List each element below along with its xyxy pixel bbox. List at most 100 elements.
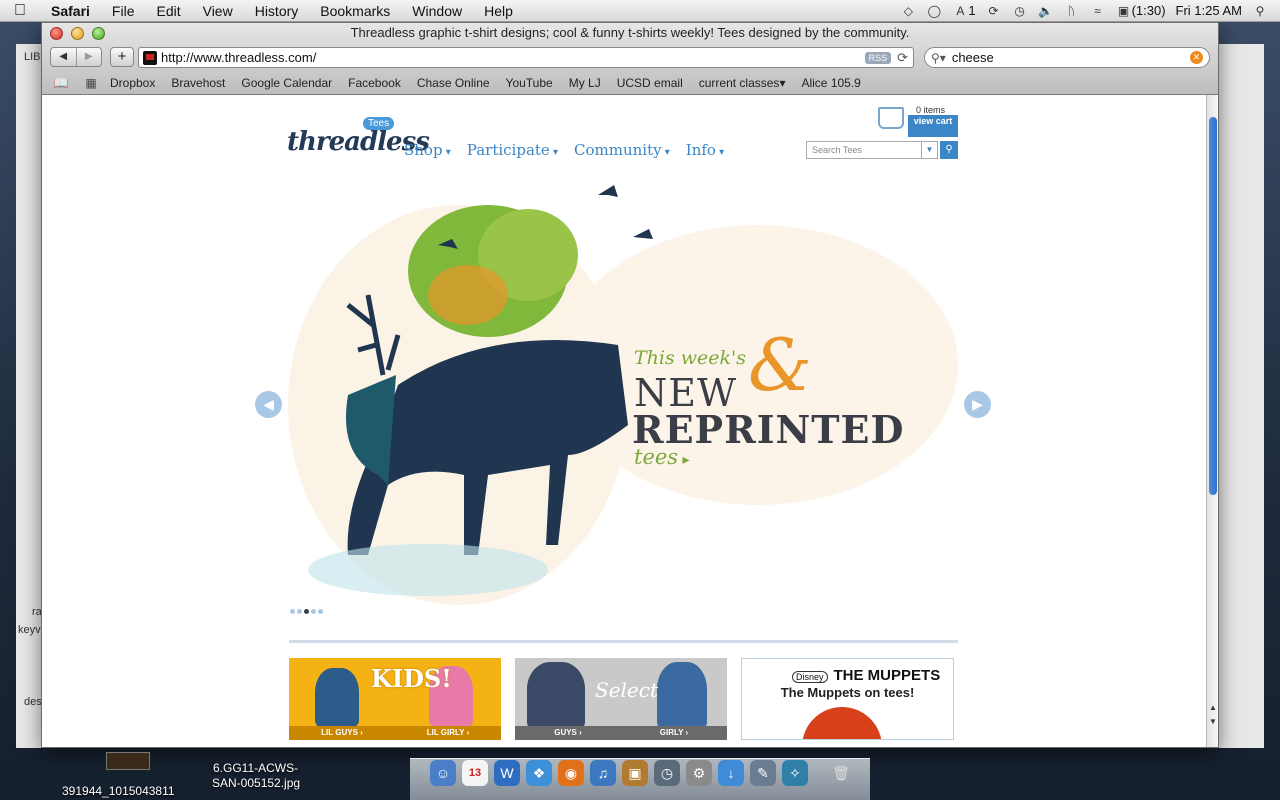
carousel-dot[interactable] <box>318 609 323 614</box>
ical-icon[interactable]: 13 <box>462 760 488 786</box>
search-icon[interactable]: ⚲▾ <box>931 51 946 65</box>
itunes-icon[interactable]: ♫ <box>590 760 616 786</box>
water-reflection <box>308 544 548 596</box>
bookmark-ucsd-email[interactable]: UCSD email <box>609 76 691 90</box>
scrollbar-thumb[interactable] <box>1209 117 1217 495</box>
nav-shop[interactable]: Shop <box>404 141 451 159</box>
add-bookmark-button[interactable]: + <box>110 47 134 67</box>
spotlight-icon[interactable]: ⚲ <box>1252 4 1268 18</box>
bookmark-youtube[interactable]: YouTube <box>498 76 561 90</box>
bluetooth-icon[interactable]: ᚢ <box>1064 4 1080 18</box>
address-bar[interactable]: http://www.threadless.com/ RSS ⟳ <box>138 47 914 68</box>
safari-icon[interactable]: ❖ <box>526 760 552 786</box>
forward-button[interactable]: ▶ <box>75 48 102 66</box>
lil-girly-link[interactable]: LIL GIRLY › <box>395 726 501 740</box>
carousel-next-button[interactable]: ▶ <box>964 391 991 418</box>
back-button[interactable]: ◀ <box>51 48 76 66</box>
vertical-scrollbar[interactable]: ▲ ▼ <box>1206 95 1218 747</box>
bookmarks-bar: 📖 ▦ Dropbox Bravehost Google Calendar Fa… <box>42 73 1218 93</box>
promo-select[interactable]: Select GUYS › GIRLY › <box>515 658 727 740</box>
iphoto-icon[interactable]: ▣ <box>622 760 648 786</box>
cart-item-count: 0 items <box>916 105 946 115</box>
bookmark-alice-105-9[interactable]: Alice 105.9 <box>793 76 868 90</box>
guys-link[interactable]: GUYS › <box>515 726 621 740</box>
desktop-file-2-line1[interactable]: 6.GG11-ACWS- <box>213 761 298 775</box>
threadless-logo[interactable]: threadless Tees <box>287 117 430 161</box>
bookmark-dropbox[interactable]: Dropbox <box>102 76 163 90</box>
menu-bookmarks[interactable]: Bookmarks <box>309 3 401 19</box>
dropbox-icon[interactable]: ◇ <box>900 4 916 18</box>
bookmark-chase-online[interactable]: Chase Online <box>409 76 498 90</box>
bookmark-google-calendar[interactable]: Google Calendar <box>233 76 340 90</box>
reload-icon[interactable]: ⟳ <box>897 50 908 66</box>
clear-search-icon[interactable]: ✕ <box>1190 51 1203 64</box>
girly-link[interactable]: GIRLY › <box>621 726 727 740</box>
window-toolbar: Threadless graphic t-shirt designs; cool… <box>42 23 1218 95</box>
scroll-up-arrow-icon[interactable]: ▲ <box>1207 701 1218 715</box>
apple-menu-icon[interactable]:  <box>0 2 40 20</box>
search-submit-icon[interactable]: ⚲ <box>940 141 958 159</box>
shopping-cart-icon[interactable] <box>878 107 904 129</box>
sync-icon[interactable]: ⟳ <box>986 4 1002 18</box>
trash-icon[interactable]: 🗑 <box>828 760 854 786</box>
carousel-dot[interactable] <box>297 609 302 614</box>
desktop-file-1[interactable]: 391944_1015043811 <box>62 784 175 798</box>
nav-participate[interactable]: Participate <box>467 141 558 159</box>
safari-window: Threadless graphic t-shirt designs; cool… <box>41 22 1219 748</box>
chevron-down-icon: ▾ <box>779 76 786 90</box>
lil-guys-link[interactable]: LIL GUYS › <box>289 726 395 740</box>
adobe-menu[interactable]: A1 <box>952 3 975 18</box>
background-window-right[interactable] <box>1218 44 1264 748</box>
autumn-leaves <box>428 265 508 325</box>
search-filter-dropdown-icon[interactable]: ▼ <box>922 141 938 159</box>
firefox-icon[interactable]: ◉ <box>558 760 584 786</box>
menu-file[interactable]: File <box>101 3 146 19</box>
bookmark-bravehost[interactable]: Bravehost <box>163 76 233 90</box>
menu-help[interactable]: Help <box>473 3 524 19</box>
wifi-icon[interactable]: ≈ <box>1090 4 1106 18</box>
menu-edit[interactable]: Edit <box>145 3 191 19</box>
search-value[interactable]: cheese <box>952 50 1190 65</box>
bookmark-my-lj[interactable]: My LJ <box>561 76 609 90</box>
hero-banner[interactable]: & This week's NEW REPRINTED tees <box>288 175 958 625</box>
time-machine-icon[interactable]: ◷ <box>1012 4 1028 18</box>
carousel-dot-active[interactable] <box>304 609 309 614</box>
nav-community[interactable]: Community <box>574 141 670 159</box>
menu-app-name[interactable]: Safari <box>40 3 101 19</box>
bookmark-folder-current-classes[interactable]: current classes▾ <box>691 76 794 90</box>
nav-info[interactable]: Info <box>686 141 724 159</box>
finder-icon[interactable]: ☺ <box>430 760 456 786</box>
search-tees-input[interactable]: Search Tees <box>806 141 922 159</box>
promo-muppets[interactable]: Disney THE MUPPETS The Muppets on tees! <box>741 658 954 740</box>
scroll-down-arrow-icon[interactable]: ▼ <box>1207 715 1218 729</box>
carousel-prev-button[interactable]: ◀ <box>255 391 282 418</box>
battery-status[interactable]: ▣ (1:30) <box>1116 3 1166 18</box>
search-field[interactable]: ⚲▾ cheese ✕ <box>924 47 1210 68</box>
time-machine-dock-icon[interactable]: ◷ <box>654 760 680 786</box>
volume-icon[interactable]: 🔈 <box>1038 4 1054 18</box>
hero-tees-link[interactable]: tees <box>634 445 690 469</box>
system-preferences-icon[interactable]: ⚙ <box>686 760 712 786</box>
url-text[interactable]: http://www.threadless.com/ <box>161 50 865 65</box>
top-sites-grid-icon[interactable]: ▦ <box>80 76 102 90</box>
menu-bar:  Safari File Edit View History Bookmark… <box>0 0 1280 22</box>
drive-icon[interactable]: ◯ <box>926 4 942 18</box>
bookmark-facebook[interactable]: Facebook <box>340 76 409 90</box>
clock[interactable]: Fri 1:25 AM <box>1176 3 1242 18</box>
menu-view[interactable]: View <box>192 3 244 19</box>
view-cart-button[interactable]: view cart <box>908 115 958 137</box>
promo-kids[interactable]: KIDS! LIL GUYS › LIL GIRLY › <box>289 658 501 740</box>
desktop-file-2-line2[interactable]: SAN-005152.jpg <box>212 776 300 790</box>
app-icon[interactable]: ✧ <box>782 760 808 786</box>
rss-button[interactable]: RSS <box>864 51 892 64</box>
downloads-icon[interactable]: ↓ <box>718 760 744 786</box>
word-icon[interactable]: W <box>494 760 520 786</box>
carousel-dot[interactable] <box>311 609 316 614</box>
preview-icon[interactable]: ✎ <box>750 760 776 786</box>
bookmarks-book-icon[interactable]: 📖 <box>50 76 72 90</box>
menu-window[interactable]: Window <box>401 3 473 19</box>
hero-ampersand: & <box>748 323 813 407</box>
carousel-dot[interactable] <box>290 609 295 614</box>
menu-history[interactable]: History <box>244 3 310 19</box>
file-thumbnail[interactable] <box>106 752 150 770</box>
